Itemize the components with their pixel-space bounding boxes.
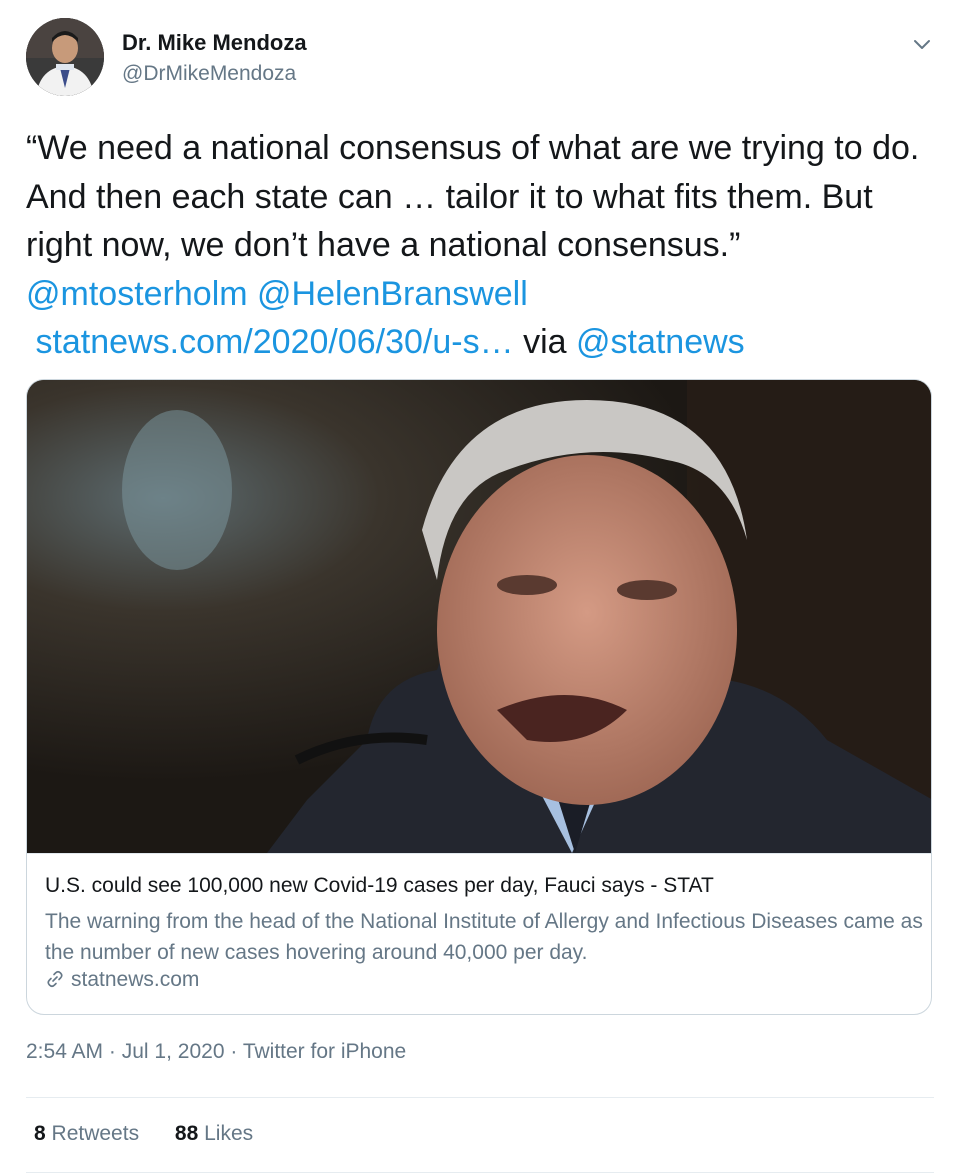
avatar[interactable] (26, 18, 104, 96)
tweet-meta: 2:54 AM · Jul 1, 2020 · Twitter for iPho… (26, 1040, 406, 1064)
meta-separator: · (230, 1040, 238, 1063)
tweet-url[interactable]: statnews.com/2020/06/30/u-s… (35, 323, 513, 361)
likes-count: 88 (174, 1122, 199, 1145)
meta-separator: · (108, 1040, 116, 1063)
via-label: via (523, 323, 567, 361)
tweet-body: “We need a national consensus of what ar… (26, 129, 927, 264)
card-title[interactable]: U.S. could see 100,000 new Covid-19 case… (45, 874, 714, 898)
author-handle[interactable]: @DrMikeMendoza (122, 62, 296, 86)
tweet-date[interactable]: Jul 1, 2020 (122, 1040, 225, 1063)
retweets-stat[interactable]: 8 Retweets (34, 1122, 139, 1146)
divider (26, 1097, 934, 1098)
tweet-source[interactable]: Twitter for iPhone (243, 1040, 406, 1063)
mention-statnews[interactable]: @statnews (576, 323, 745, 361)
tweet-stats: 8 Retweets 88 Likes (34, 1122, 283, 1146)
likes-label: Likes (204, 1122, 254, 1145)
retweets-count: 8 (34, 1122, 46, 1145)
tweet-text: “We need a national consensus of what ar… (26, 124, 926, 367)
tweet-time[interactable]: 2:54 AM (26, 1040, 103, 1063)
chevron-down-icon[interactable] (910, 32, 934, 56)
tweet: Dr. Mike Mendoza @DrMikeMendoza “We need… (0, 0, 960, 1176)
card-description: The warning from the head of the Nationa… (45, 910, 923, 964)
card-domain-text: statnews.com (71, 968, 200, 991)
mention-helenbranswell[interactable]: @HelenBranswell (257, 275, 528, 313)
tweet-header: Dr. Mike Mendoza @DrMikeMendoza (26, 18, 934, 100)
likes-stat[interactable]: 88 Likes (175, 1122, 253, 1146)
card-meta: U.S. could see 100,000 new Covid-19 case… (27, 853, 931, 1014)
retweets-label: Retweets (51, 1122, 140, 1145)
card-domain[interactable]: statnews.com (45, 968, 199, 992)
mention-mtosterholm[interactable]: @mtosterholm (26, 275, 248, 313)
avatar-image (26, 18, 104, 96)
divider (26, 1172, 934, 1173)
link-icon (47, 970, 63, 988)
card-photo (27, 380, 931, 853)
author-name[interactable]: Dr. Mike Mendoza (122, 30, 307, 56)
link-card[interactable]: U.S. could see 100,000 new Covid-19 case… (26, 379, 932, 1015)
card-image[interactable] (27, 380, 931, 853)
